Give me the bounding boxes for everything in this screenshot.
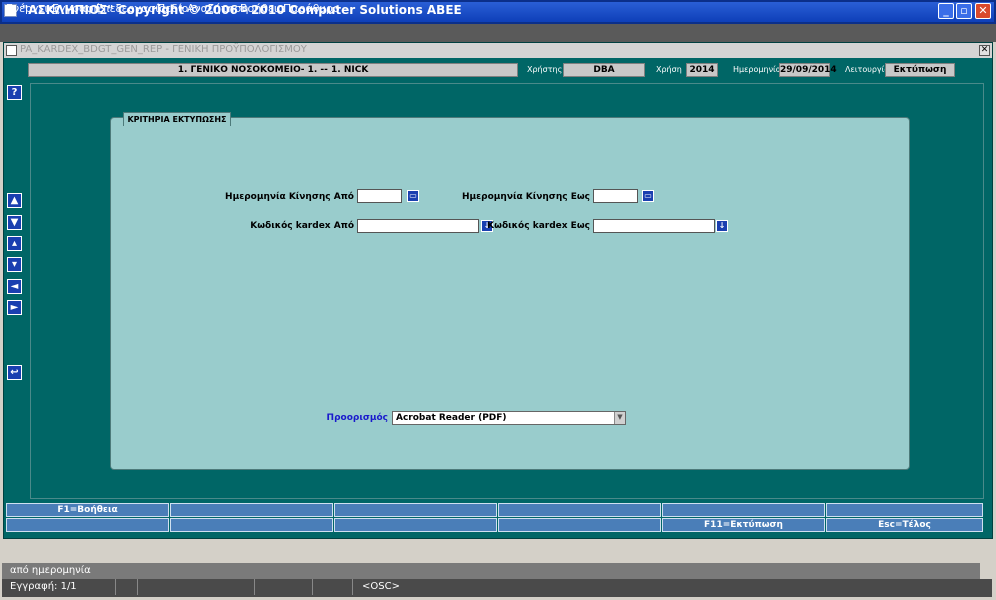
status-divider [254, 579, 255, 595]
function-key[interactable] [6, 518, 169, 532]
criteria-tab-label: ΚΡΙΤΗΡΙΑ ΕΚΤΥΠΩΣΗΣ [123, 112, 231, 126]
date-label: Ημερομηνία [733, 65, 782, 74]
status-divider [352, 579, 353, 595]
kardex-to-label: Κωδικός kardex Εως [487, 221, 590, 231]
chevron-down-icon[interactable]: ▼ [614, 412, 625, 424]
destination-label: Προορισμός [326, 413, 388, 423]
esc-exit-key[interactable]: Esc=Τέλος [826, 518, 983, 532]
function-field: Εκτύπωση [885, 63, 955, 77]
undo-icon[interactable]: ↩ [7, 365, 22, 380]
form-icon [6, 45, 17, 56]
function-key[interactable] [170, 503, 333, 517]
previous-record-icon[interactable]: ▴ [7, 236, 22, 251]
user-label: Χρήστης [527, 65, 563, 74]
destination-select[interactable]: Acrobat Reader (PDF) [392, 411, 626, 425]
previous-block-icon[interactable]: ◄ [7, 279, 22, 294]
date-to-label: Ημερομηνία Κίνησης Εως [462, 192, 590, 202]
menu-help[interactable]: Βοήθεια [240, 2, 285, 15]
year-label: Χρήση [656, 65, 682, 74]
function-key[interactable] [334, 503, 497, 517]
date-from-calendar-icon[interactable]: ▭ [407, 190, 419, 202]
help-icon[interactable]: ? [7, 85, 22, 100]
menu-field[interactable]: Πεδίο [157, 2, 188, 15]
function-label: Λειτουργία [845, 65, 890, 74]
menu-edit[interactable]: Επεξεργασία [96, 2, 166, 15]
kardex-from-input[interactable] [357, 219, 479, 233]
menu-record[interactable]: Εγγραφή [52, 2, 100, 15]
function-key[interactable] [498, 518, 661, 532]
date-field: 29/09/2014 [779, 63, 837, 77]
kardex-to-list-icon[interactable]: ↓ [716, 220, 728, 232]
date-to-calendar-icon[interactable]: ▭ [642, 190, 654, 202]
next-block-icon[interactable]: ► [7, 300, 22, 315]
date-to-input[interactable] [593, 189, 638, 203]
user-field: DBA [563, 63, 645, 77]
year-field: 2014 [686, 63, 718, 77]
next-record-icon[interactable]: ▾ [7, 257, 22, 272]
function-key[interactable] [170, 518, 333, 532]
function-key[interactable] [826, 503, 983, 517]
first-record-icon[interactable]: ▲ [7, 193, 22, 208]
status-mode: <OSC> [362, 581, 400, 592]
maximize-button[interactable]: ▫ [956, 3, 972, 19]
status-divider [115, 579, 116, 595]
function-key[interactable] [334, 518, 497, 532]
last-record-icon[interactable]: ▼ [7, 215, 22, 230]
f11-print-key[interactable]: F11=Εκτύπωση [662, 518, 825, 532]
kardex-to-input[interactable] [593, 219, 715, 233]
function-key[interactable] [498, 503, 661, 517]
menu-window[interactable]: Παράθυρο [283, 2, 340, 15]
minimize-button[interactable]: _ [938, 3, 954, 19]
date-from-input[interactable] [357, 189, 402, 203]
hospital-field: 1. ΓΕΝΙΚΟ ΝΟΣΟΚΟΜΕΙΟ- 1. -- 1. NICK [28, 63, 518, 77]
form-title: PA_KARDEX_BDGT_GEN_REP - ΓΕΝΙΚΗ ΠΡΟΫΠΟΛΟ… [20, 44, 307, 55]
form-close-icon[interactable]: ✕ [979, 45, 990, 56]
close-button[interactable]: ✕ [975, 3, 991, 19]
function-key[interactable] [662, 503, 825, 517]
status-divider [312, 579, 313, 595]
f1-help-key[interactable]: F1=Βοήθεια [6, 503, 169, 517]
status-bar: Εγγραφή: 1/1 <OSC> [2, 579, 992, 597]
menu-bar [0, 24, 996, 42]
kardex-from-label: Κωδικός kardex Από [250, 221, 354, 231]
status-divider [137, 579, 138, 595]
record-counter: Εγγραφή: 1/1 [10, 581, 77, 592]
status-hint: από ημερομηνία [2, 563, 980, 579]
date-from-label: Ημερομηνία Κίνησης Από [225, 192, 354, 202]
